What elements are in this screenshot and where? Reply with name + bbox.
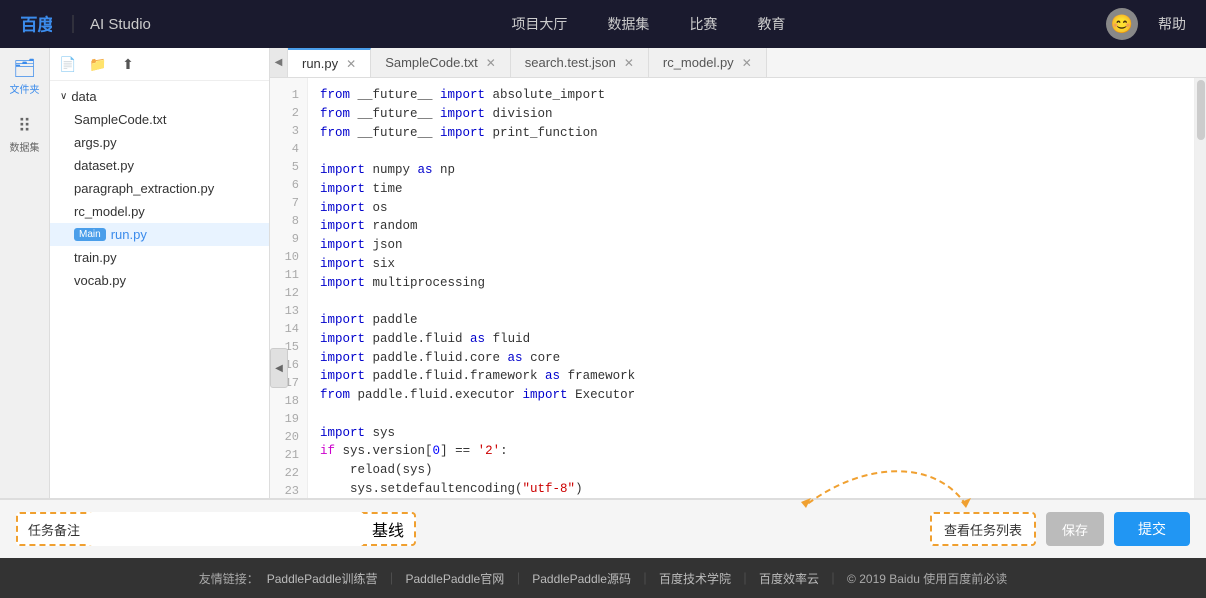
view-tasks-button[interactable]: 查看任务列表 (930, 512, 1036, 546)
folder-icon: 🗂 (13, 58, 36, 79)
tab-run-py[interactable]: run.py ✕ (288, 48, 371, 77)
close-tab-icon[interactable]: ✕ (742, 56, 752, 70)
list-item[interactable]: args.py (50, 131, 269, 154)
close-tab-icon[interactable]: ✕ (346, 57, 356, 71)
nav-logo: 百度 ｜ AI Studio (20, 11, 151, 37)
list-item[interactable]: paragraph_extraction.py (50, 177, 269, 200)
folder-name: data (71, 89, 96, 104)
svg-text:百度: 百度 (20, 14, 52, 34)
sidebar-item-files[interactable]: 🗂 文件夹 (10, 58, 40, 96)
footer-link-academy[interactable]: 百度技术学院 (659, 570, 731, 587)
task-note-container: 任务备注 基线 (16, 512, 416, 546)
sidebar-item-datasets[interactable]: ⠿ 数据集 (10, 116, 40, 154)
main-layout: 🗂 文件夹 ⠿ 数据集 📄 📁 ⬆ ∨ data SampleCode.txt … (0, 48, 1206, 498)
nav-right: 😊 帮助 (1106, 8, 1186, 40)
baseline-input[interactable] (88, 512, 364, 546)
file-tree: ∨ data SampleCode.txt args.py dataset.py… (50, 81, 269, 296)
tab-samplecode[interactable]: SampleCode.txt ✕ (371, 48, 511, 77)
nav-links: 项目大厅 数据集 比赛 教育 (191, 14, 1106, 34)
submit-button[interactable]: 提交 (1114, 512, 1190, 546)
sidebar-icons: 🗂 文件夹 ⠿ 数据集 (0, 48, 50, 498)
main-badge: Main (74, 228, 106, 241)
nav-education[interactable]: 教育 (757, 14, 785, 34)
bottom-bar: 任务备注 基线 查看任务列表 保存 提交 (0, 498, 1206, 558)
list-item[interactable]: dataset.py (50, 154, 269, 177)
file-panel: 📄 📁 ⬆ ∨ data SampleCode.txt args.py data… (50, 48, 270, 498)
scrollbar-thumb (1197, 80, 1205, 140)
code-content[interactable]: from __future__ import absolute_import f… (308, 78, 1194, 498)
baseline-label: 基线 (372, 517, 404, 541)
dataset-icon: ⠿ (18, 116, 31, 137)
list-item[interactable]: vocab.py (50, 269, 269, 292)
nav-competition[interactable]: 比赛 (689, 14, 717, 34)
avatar[interactable]: 😊 (1106, 8, 1138, 40)
upload-icon[interactable]: ⬆ (118, 54, 138, 74)
top-nav: 百度 ｜ AI Studio 项目大厅 数据集 比赛 教育 😊 帮助 (0, 0, 1206, 48)
footer: 友情链接： PaddlePaddle训练营 ｜ PaddlePaddle官网 ｜… (0, 558, 1206, 598)
sidebar-datasets-label: 数据集 (10, 139, 40, 154)
nav-projects[interactable]: 项目大厅 (511, 14, 567, 34)
sidebar-files-label: 文件夹 (10, 81, 40, 96)
line-numbers: 1234 5678 9101112 13141516 17181920 2122… (270, 78, 308, 498)
footer-link-official[interactable]: PaddlePaddle官网 (405, 570, 504, 587)
close-tab-icon[interactable]: ✕ (486, 56, 496, 70)
close-tab-icon[interactable]: ✕ (624, 56, 634, 70)
nav-datasets[interactable]: 数据集 (607, 14, 649, 34)
editor-tabs: ◀ run.py ✕ SampleCode.txt ✕ search.test.… (270, 48, 1206, 78)
tab-search-test[interactable]: search.test.json ✕ (511, 48, 649, 77)
nav-help[interactable]: 帮助 (1158, 14, 1186, 34)
footer-link-source[interactable]: PaddlePaddle源码 (532, 570, 631, 587)
list-item-active[interactable]: Main run.py (50, 223, 269, 246)
task-note-label: 任务备注 (28, 520, 80, 539)
list-item[interactable]: rc_model.py (50, 200, 269, 223)
save-button[interactable]: 保存 (1046, 512, 1104, 546)
code-editor: 1234 5678 9101112 13141516 17181920 2122… (270, 78, 1206, 498)
footer-prefix: 友情链接： (199, 570, 259, 587)
new-folder-icon[interactable]: 📁 (88, 54, 108, 74)
folder-data[interactable]: ∨ data (50, 85, 269, 108)
file-toolbar: 📄 📁 ⬆ (50, 48, 269, 81)
footer-copyright: © 2019 Baidu 使用百度前必读 (847, 570, 1007, 587)
tab-rc-model[interactable]: rc_model.py ✕ (649, 48, 767, 77)
editor-area: ◀ run.py ✕ SampleCode.txt ✕ search.test.… (270, 48, 1206, 498)
list-item[interactable]: SampleCode.txt (50, 108, 269, 131)
list-item[interactable]: train.py (50, 246, 269, 269)
tab-collapse[interactable]: ◀ (270, 48, 288, 77)
footer-link-efficiency[interactable]: 百度效率云 (759, 570, 819, 587)
app-title: AI Studio (90, 16, 151, 33)
new-file-icon[interactable]: 📄 (58, 54, 78, 74)
collapse-panel-btn[interactable]: ◀ (270, 348, 288, 388)
footer-link-training[interactable]: PaddlePaddle训练营 (267, 570, 378, 587)
code-scrollbar[interactable] (1194, 78, 1206, 498)
baidu-logo-icon: 百度 (20, 13, 52, 35)
